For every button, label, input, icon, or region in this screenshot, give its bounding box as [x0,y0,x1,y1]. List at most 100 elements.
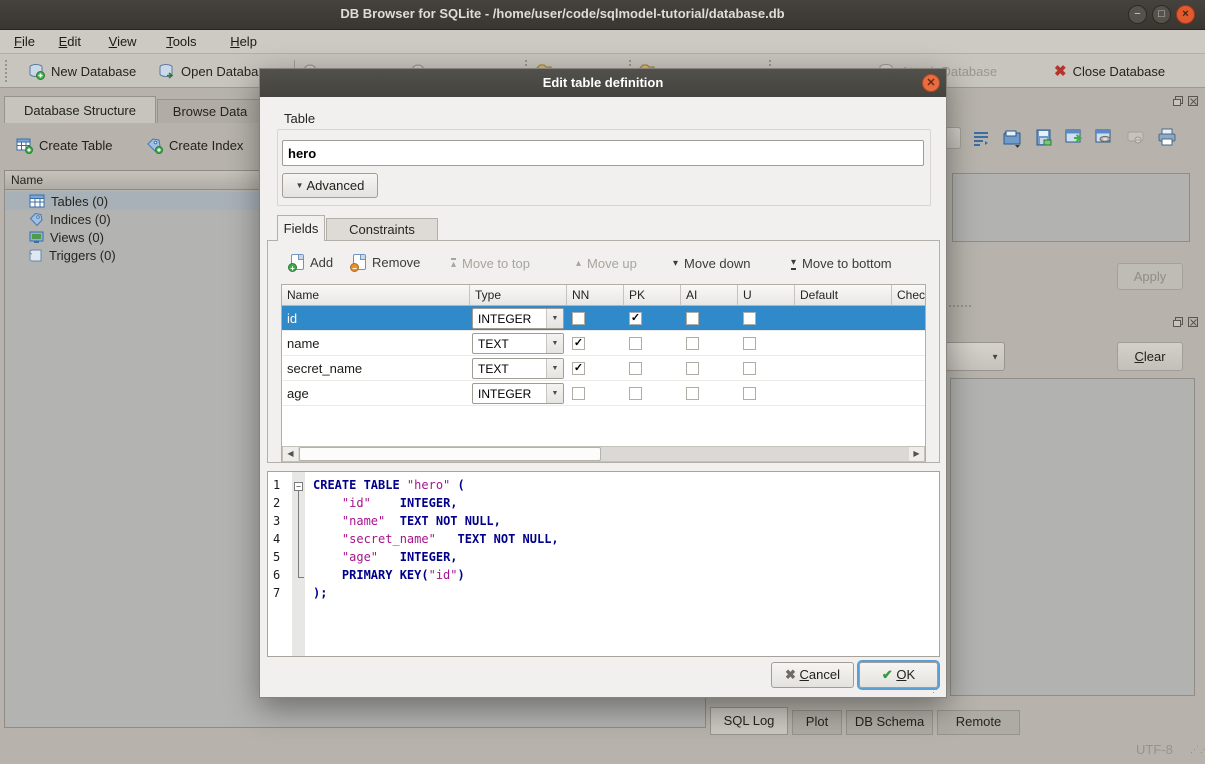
dock-float-button[interactable] [1172,95,1184,110]
cancel-button[interactable]: ✖ Cancel [771,662,854,688]
clear-log-button[interactable]: Clear [1117,342,1183,371]
field-name-cell[interactable]: id [287,311,297,326]
add-field-button[interactable]: + Add [291,254,333,270]
scrollbar-thumb[interactable] [299,447,601,461]
tab-remote[interactable]: Remote [937,710,1020,735]
pk-checkbox[interactable]: ✓ [629,312,642,325]
column-header-type[interactable]: Type [470,285,567,306]
tab-plot[interactable]: Plot [792,710,842,735]
column-header-nn[interactable]: NN [567,285,624,306]
encoding-indicator[interactable]: UTF-8 [1136,742,1173,757]
table-name-input[interactable] [282,140,924,166]
field-name-cell[interactable]: name [287,336,320,351]
dialog-tab-fields[interactable]: Fields [277,215,325,241]
field-type-dropdown[interactable]: TEXT▼ [472,358,564,379]
field-type-value: INTEGER [478,312,531,326]
move-down-button[interactable]: ▾ Move down [673,256,751,271]
nn-checkbox[interactable] [572,312,585,325]
nn-checkbox[interactable] [572,387,585,400]
menu-edit[interactable]: Edit [51,33,89,50]
tab-sql-log[interactable]: SQL Log [710,707,788,735]
menu-view[interactable]: View [101,33,145,50]
column-header-ai[interactable]: AI [681,285,738,306]
resize-grip[interactable]: ⋰⋰ [1190,744,1205,755]
tab-browse-data[interactable]: Browse Data [157,99,263,123]
field-row-age[interactable]: age INTEGER▼ [282,381,925,406]
minimize-button[interactable]: − [1128,5,1147,24]
nn-checkbox[interactable]: ✓ [572,362,585,375]
remove-field-button[interactable]: − Remove [353,254,420,270]
chevron-down-icon: ▼ [546,309,563,328]
ai-checkbox[interactable] [686,337,699,350]
sql-log-close-button[interactable] [1187,316,1199,331]
field-row-name[interactable]: name TEXT▼ ✓ [282,331,925,356]
field-type-dropdown[interactable]: INTEGER ▼ [472,308,564,329]
u-checkbox[interactable] [743,362,756,375]
close-database-button[interactable]: ✖ Close Database [1054,59,1165,83]
view-icon [29,231,44,244]
advanced-toggle-button[interactable]: ▼ Advanced [282,173,378,198]
create-index-button[interactable]: Create Index [146,137,243,154]
column-header-name[interactable]: Name [282,285,470,306]
tab-browse-data-label: Browse Data [173,104,247,119]
field-name-cell[interactable]: age [287,386,309,401]
ai-checkbox[interactable] [686,312,699,325]
sql-fold-margin: − [292,472,305,656]
column-header-pk[interactable]: PK [624,285,681,306]
cell-import-icon[interactable] [1002,128,1022,152]
menu-file[interactable]: File [6,33,43,50]
window-title: DB Browser for SQLite - /home/user/code/… [0,6,1125,21]
cell-open-in-icon[interactable] [1065,128,1085,150]
sql-log-float-button[interactable] [1172,316,1184,331]
pk-checkbox[interactable] [629,362,642,375]
cell-editor-area[interactable] [952,173,1190,242]
u-checkbox[interactable] [743,337,756,350]
field-row-id[interactable]: id INTEGER ▼ ✓ [282,306,925,331]
maximize-button[interactable]: □ [1152,5,1171,24]
dialog-tab-constraints[interactable]: Constraints [326,218,438,241]
u-checkbox[interactable] [743,312,756,325]
new-database-button[interactable]: New Database [28,59,136,83]
field-name-cell[interactable]: secret_name [287,361,362,376]
column-header-u[interactable]: U [738,285,795,306]
ok-button[interactable]: ✔ OK [859,662,938,688]
tab-database-structure[interactable]: Database Structure [4,96,156,123]
tab-db-schema[interactable]: DB Schema [846,710,933,735]
grid-horizontal-scrollbar[interactable]: ◀ ▶ [282,446,925,462]
pk-checkbox[interactable] [629,337,642,350]
cell-link-icon[interactable] [1095,128,1115,150]
scroll-left-icon[interactable]: ◀ [283,447,298,461]
u-checkbox[interactable] [743,387,756,400]
cell-print-icon[interactable] [1157,128,1177,150]
dock-close-button[interactable] [1187,95,1199,110]
field-row-secret-name[interactable]: secret_name TEXT▼ ✓ [282,356,925,381]
fold-collapse-icon[interactable]: − [294,482,303,491]
field-type-dropdown[interactable]: TEXT▼ [472,333,564,354]
pk-checkbox[interactable] [629,387,642,400]
column-header-check[interactable]: Check [892,285,925,306]
toolbar-drag-handle[interactable] [5,60,8,82]
scroll-right-icon[interactable]: ▶ [909,447,924,461]
cell-wrap-lines-icon[interactable] [972,129,990,150]
column-header-default[interactable]: Default [795,285,892,306]
nn-checkbox[interactable]: ✓ [572,337,585,350]
sql-log-list[interactable] [950,378,1195,696]
dialog-resize-grip[interactable]: ⋰ [932,684,942,695]
dialog-title-bar[interactable]: Edit table definition ✕ [260,69,946,97]
move-up-label: Move up [587,256,637,271]
menu-tools[interactable]: Tools [158,33,204,50]
move-to-bottom-button[interactable]: ▾ Move to bottom [791,256,892,271]
create-index-icon [146,137,163,154]
open-database-button[interactable]: Open Database [158,59,272,83]
sql-code[interactable]: CREATE TABLE "hero" ( "id" INTEGER, "nam… [305,472,939,656]
menu-help[interactable]: Help [222,33,265,50]
field-type-dropdown[interactable]: INTEGER▼ [472,383,564,404]
dialog-close-button[interactable]: ✕ [922,74,940,92]
close-window-button[interactable]: × [1176,5,1195,24]
create-table-button[interactable]: Create Table [16,137,112,154]
ai-checkbox[interactable] [686,362,699,375]
sql-preview[interactable]: 1234567 − CREATE TABLE "hero" ( "id" INT… [267,471,940,657]
cell-export-icon[interactable] [1035,128,1054,150]
ai-checkbox[interactable] [686,387,699,400]
tab-remote-label: Remote [956,714,1002,729]
